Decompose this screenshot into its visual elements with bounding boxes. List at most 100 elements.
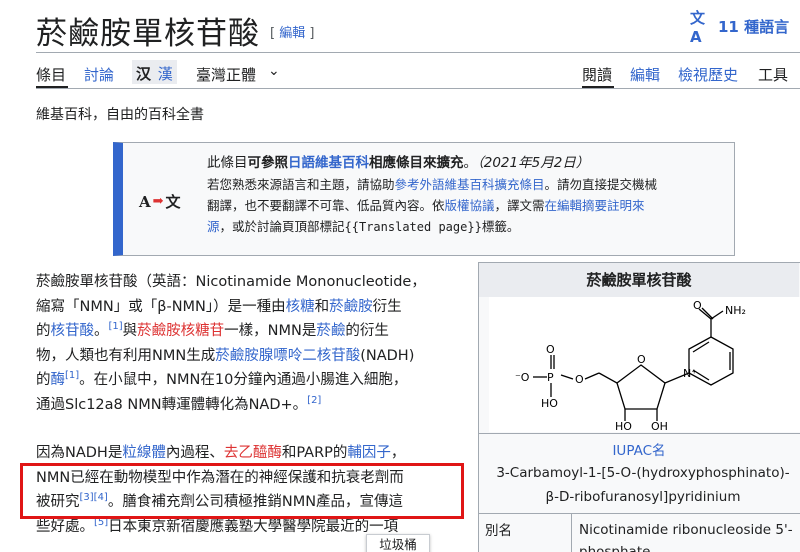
tab-tools[interactable]: 工具 [758, 64, 788, 85]
edit-bracket-close: ] [309, 26, 315, 41]
tab-read[interactable]: 閱讀 [582, 64, 612, 85]
struct-p: P [547, 371, 554, 384]
citation-ref[interactable]: [5] [94, 517, 108, 528]
variant-traditional[interactable]: 漢 [158, 65, 173, 83]
text-run: 衍生 [372, 298, 402, 315]
notice-text-segment: ，譯文需 [494, 198, 545, 213]
cofactor-link[interactable]: 輔因子 [347, 445, 391, 461]
notice-text-segment: 若您熟悉來源語言和主題，請協助 [207, 177, 395, 192]
sirtuin-redlink[interactable]: 去乙醯酶 [224, 445, 282, 461]
variant-taiwan[interactable]: 臺灣正體 [196, 64, 256, 85]
text-run: 的 [36, 372, 51, 388]
lead-paragraph: 菸鹼胺單核苷酸（英語：Nicotinamide Mononucleotide， … [36, 270, 466, 417]
edit-bracket-open: [ [270, 26, 276, 41]
text-run: 。在小鼠中，NMN在10分鐘內通過小腸進入細胞， [79, 372, 408, 388]
site-tagline: 維基百科，自由的百科全書 [36, 107, 204, 123]
para-line: 的酶[1]。在小鼠中，NMN在10分鐘內通過小腸進入細胞， [36, 368, 466, 393]
edit-summary-source-link-cont[interactable]: 源 [207, 219, 220, 234]
para-line: 物，人類也有利用NMN生成菸鹼胺腺嘌呤二核苷酸(NADH) [36, 344, 466, 369]
translate-icon: 文A [690, 9, 706, 46]
nad-link[interactable]: 菸鹼胺腺嘌呤二核苷酸 [215, 348, 360, 364]
nucleotide-link[interactable]: 核苷酸 [51, 323, 95, 339]
alias-value: Nicotinamide ribonucleoside 5'- phosphat… [579, 519, 793, 552]
title-edit-section: [ 編輯 ] [270, 22, 314, 41]
notice-line-3: 翻譯，也不要翻譯不可靠、低品質內容。依版權協議，譯文需在編輯摘要註明來 [207, 195, 722, 216]
para-line: 縮寫「NMN」或「β-NMN」）是一種由核糖和菸鹼胺衍生 [36, 295, 466, 320]
notice-icon-letter-a: A [139, 192, 151, 211]
notice-text-segment: 此條目 [207, 155, 248, 171]
notice-line-1: 此條目可參照日語維基百科相應條目來擴充。（2021年5月2日） [207, 153, 722, 174]
chevron-down-icon[interactable]: ⌄ [268, 63, 280, 79]
notice-bold-text: 相應條目來擴充 [369, 155, 464, 171]
text-run: (NADH) [360, 347, 415, 364]
japanese-wiki-link[interactable]: 日語維基百科 [288, 155, 369, 171]
second-paragraph: 因為NADH是粒線體內過程、去乙醯酶和PARP的輔因子， NMN已經在動物模型中… [36, 441, 466, 539]
citation-ref[interactable]: [3] [80, 492, 94, 503]
iupac-line: 3-Carbamoyl-1-[5-O-(hydroxyphosphinato)- [496, 465, 790, 481]
title-divider [36, 52, 800, 53]
struct-o-minus: ⁻O [515, 371, 530, 384]
citation-ref[interactable]: [4] [94, 492, 108, 503]
text-run: 些好處。 [36, 518, 94, 535]
language-button[interactable]: 文A 11 種語言 [690, 9, 789, 46]
text-run: 因為NADH是 [36, 445, 123, 461]
title-edit-link[interactable]: 編輯 [279, 26, 305, 41]
para-line: 因為NADH是粒線體內過程、去乙醯酶和PARP的輔因子， [36, 441, 466, 466]
notice-date: （2021年5月2日） [477, 155, 590, 171]
mitochondria-link[interactable]: 粒線體 [122, 445, 166, 461]
citation-ref[interactable]: [1] [109, 321, 123, 332]
alias-label: 別名 [485, 523, 512, 539]
tab-talk[interactable]: 討論 [84, 64, 114, 85]
text-run: 一樣，NMN是 [224, 323, 317, 339]
chemical-structure-image[interactable]: O NH₂ O ⁻O P O O N⁺ HO HO OH [489, 297, 800, 433]
enzyme-link[interactable]: 酶 [51, 372, 66, 388]
arrow-right-icon: ➡ [152, 194, 164, 209]
struct-o-link: O [575, 373, 584, 386]
tab-edit[interactable]: 編輯 [630, 64, 660, 85]
license-link[interactable]: 版權協議 [445, 198, 495, 213]
text-run: 的衍生 [345, 323, 389, 339]
struct-n-plus: N⁺ [683, 367, 697, 380]
infobox-column-divider [571, 513, 572, 552]
tab-history[interactable]: 檢視歷史 [678, 64, 738, 85]
struct-ring-o: O [637, 353, 646, 366]
text-run: ， [390, 445, 406, 461]
niacin-link[interactable]: 菸鹼 [316, 323, 345, 339]
para-line: 通過Slc12a8 NMN轉運體轉化為NAD+。[2] [36, 393, 466, 418]
notice-text-segment: 。請勿直接提交機械 [544, 177, 658, 192]
infobox-divider [479, 513, 800, 514]
expand-guide-link[interactable]: 參考外語維基百科擴充條目 [395, 177, 545, 192]
text-run: 內過程、 [165, 445, 224, 461]
tabs-divider [36, 88, 800, 89]
alias-line: Nicotinamide ribonucleoside 5'- [579, 522, 793, 538]
translation-notice-box: A ➡ 文 此條目可參照日語維基百科相應條目來擴充。（2021年5月2日） 若您… [113, 142, 735, 256]
para-line: 菸鹼胺單核苷酸（英語：Nicotinamide Mononucleotide， [36, 274, 426, 290]
text-run: 和 [314, 298, 330, 315]
ribose-link[interactable]: 核糖 [286, 299, 315, 315]
page-tabs: 條目 討論 汉 漢 臺灣正體 ⌄ 閱讀 編輯 檢視歷史 工具 [36, 60, 800, 90]
nicotinamide-riboside-redlink[interactable]: 菸鹼胺核糖苷 [137, 323, 224, 339]
variant-simplified[interactable]: 汉 [136, 65, 151, 83]
translate-notice-icon: A ➡ 文 [139, 191, 181, 212]
notice-line-4: 源，或於討論頁頂部標記{{Translated page}}標籤。 [207, 216, 722, 238]
text-run: 的 [36, 323, 51, 339]
para-line: 的核苷酸。[1]與菸鹼胺核糖苷一樣，NMN是菸鹼的衍生 [36, 319, 466, 344]
alias-line: phosphate [579, 544, 651, 552]
iupac-name-link[interactable]: IUPAC名 [479, 439, 799, 459]
struct-ho: HO [615, 420, 632, 432]
iupac-line: β-D-ribofuranosyl]pyridinium [545, 489, 741, 505]
tab-article[interactable]: 條目 [36, 64, 66, 85]
edit-summary-source-link[interactable]: 在編輯摘要註明來 [545, 198, 645, 213]
text-run: 和PARP的 [281, 445, 348, 461]
translated-page-template: {{Translated page}} [344, 220, 482, 234]
notice-text: 此條目可參照日語維基百科相應條目來擴充。（2021年5月2日） 若您熟悉來源語言… [207, 153, 722, 238]
text-run: 物，人類也有利用NMN生成 [36, 347, 216, 364]
citation-ref[interactable]: [1] [65, 370, 79, 381]
struct-ho-phosphate: HO [541, 397, 558, 410]
text-run: 。 [94, 323, 109, 339]
nicotinamide-link[interactable]: 菸鹼胺 [329, 299, 373, 315]
nmn-structure-diagram: O NH₂ O ⁻O P O O N⁺ HO HO OH [515, 299, 746, 433]
citation-ref[interactable]: [2] [307, 395, 321, 406]
para-line: 被研究[3][4]。膳食補充劑公司積極推銷NMN產品，宣傳這 [36, 490, 466, 515]
variant-switcher: 汉 漢 [132, 60, 177, 84]
